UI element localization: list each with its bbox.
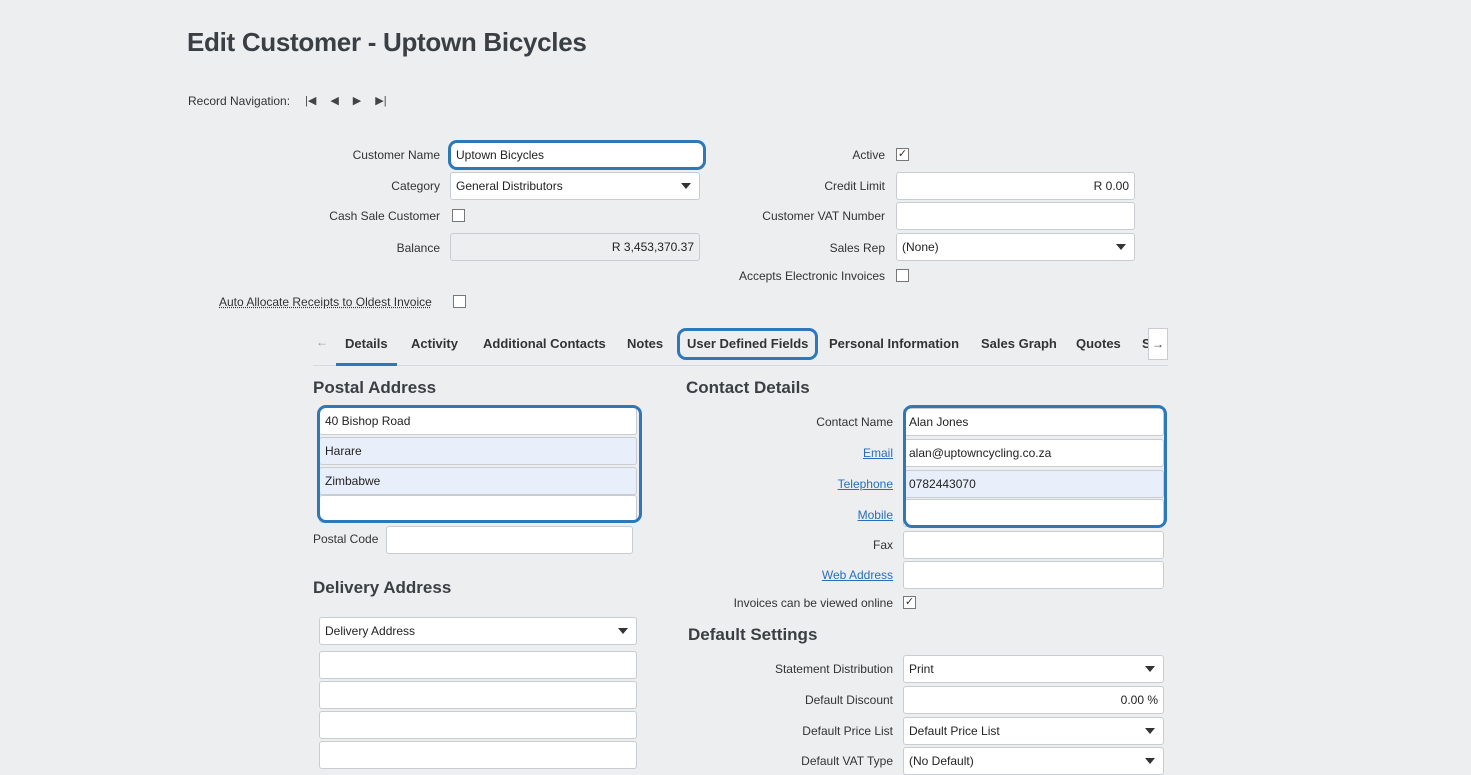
customer-name-label: Customer Name bbox=[352, 148, 440, 162]
chevron-down-icon bbox=[1145, 728, 1155, 734]
view-online-checkbox[interactable]: ✓ bbox=[903, 596, 916, 609]
user-defined-fields-highlight bbox=[677, 328, 818, 360]
vat-number-label: Customer VAT Number bbox=[762, 209, 885, 223]
fax-label: Fax bbox=[872, 538, 893, 552]
chevron-down-icon bbox=[681, 183, 691, 189]
tab-notes[interactable]: Notes bbox=[627, 325, 663, 363]
fax-input[interactable] bbox=[903, 531, 1164, 559]
category-value: General Distributors bbox=[450, 172, 700, 200]
next-record-icon[interactable]: ▶ bbox=[353, 94, 361, 107]
scroll-left-icon[interactable]: ← bbox=[316, 335, 328, 349]
vat-number-input[interactable] bbox=[896, 202, 1135, 230]
default-discount-label: Default Discount bbox=[804, 693, 893, 707]
chevron-down-icon bbox=[618, 628, 628, 634]
delivery-address-line-2[interactable] bbox=[319, 681, 637, 709]
postal-code-label: Postal Code bbox=[313, 532, 379, 546]
tab-sales-graph[interactable]: Sales Graph bbox=[981, 325, 1057, 363]
last-record-icon[interactable]: ▶| bbox=[375, 94, 386, 107]
default-price-list-label: Default Price List bbox=[802, 724, 893, 738]
tab-details[interactable]: Details bbox=[336, 325, 397, 366]
cash-sale-label: Cash Sale Customer bbox=[329, 209, 440, 223]
default-settings-heading: Default Settings bbox=[688, 625, 818, 644]
telephone-link[interactable]: Telephone bbox=[838, 477, 893, 491]
previous-record-icon[interactable]: ◀ bbox=[330, 94, 338, 107]
delivery-address-select[interactable]: Delivery Address bbox=[319, 617, 637, 645]
default-vat-type-value: (No Default) bbox=[903, 747, 1164, 775]
page-title: Edit Customer - Uptown Bicycles bbox=[187, 27, 587, 57]
tab-activity[interactable]: Activity bbox=[411, 325, 458, 363]
postal-address-heading: Postal Address bbox=[313, 378, 437, 397]
default-vat-type-label: Default VAT Type bbox=[801, 754, 893, 768]
balance-label: Balance bbox=[396, 241, 440, 255]
delivery-address-heading: Delivery Address bbox=[313, 578, 452, 597]
view-online-label: Invoices can be viewed online bbox=[733, 596, 893, 610]
postal-address-highlight bbox=[317, 405, 642, 523]
sales-rep-value: (None) bbox=[896, 233, 1135, 261]
tab-additional-contacts[interactable]: Additional Contacts bbox=[483, 325, 606, 363]
category-label: Category bbox=[391, 179, 440, 193]
active-checkbox[interactable]: ✓ bbox=[896, 148, 909, 161]
credit-limit-label: Credit Limit bbox=[824, 179, 885, 193]
chevron-down-icon bbox=[1116, 244, 1126, 250]
active-label: Active bbox=[852, 148, 885, 162]
auto-allocate-checkbox[interactable] bbox=[453, 295, 466, 308]
cash-sale-checkbox[interactable] bbox=[452, 209, 465, 222]
record-navigation: |◀ ◀ ▶ ▶| bbox=[305, 94, 387, 107]
statement-distribution-value: Print bbox=[903, 655, 1164, 683]
statement-distribution-label: Statement Distribution bbox=[774, 662, 893, 676]
electronic-invoices-label: Accepts Electronic Invoices bbox=[738, 269, 885, 283]
default-discount-input[interactable]: 0.00 % bbox=[903, 686, 1164, 714]
chevron-down-icon bbox=[1145, 666, 1155, 672]
statement-distribution-select[interactable]: Print bbox=[903, 655, 1164, 683]
category-select[interactable]: General Distributors bbox=[450, 172, 700, 200]
default-price-list-select[interactable]: Default Price List bbox=[903, 717, 1164, 745]
mobile-link[interactable]: Mobile bbox=[858, 508, 893, 522]
auto-allocate-label: Auto Allocate Receipts to Oldest Invoice bbox=[219, 295, 432, 309]
customer-name-highlight bbox=[448, 140, 706, 170]
contact-details-heading: Contact Details bbox=[686, 378, 810, 397]
tab-quotes[interactable]: Quotes bbox=[1076, 325, 1121, 363]
first-record-icon[interactable]: |◀ bbox=[305, 94, 316, 107]
scroll-right-icon[interactable]: → bbox=[1148, 328, 1168, 360]
balance-field: R 3,453,370.37 bbox=[450, 233, 700, 261]
tab-personal-information[interactable]: Personal Information bbox=[829, 325, 959, 363]
contact-details-highlight bbox=[903, 405, 1167, 528]
delivery-address-line-4[interactable] bbox=[319, 741, 637, 769]
email-link[interactable]: Email bbox=[863, 446, 893, 460]
web-address-input[interactable] bbox=[903, 561, 1164, 589]
sales-rep-label: Sales Rep bbox=[829, 241, 885, 255]
default-price-list-value: Default Price List bbox=[903, 717, 1164, 745]
delivery-address-line-3[interactable] bbox=[319, 711, 637, 739]
delivery-address-line-1[interactable] bbox=[319, 651, 637, 679]
credit-limit-input[interactable]: R 0.00 bbox=[896, 172, 1135, 200]
contact-name-label: Contact Name bbox=[816, 415, 893, 429]
delivery-address-select-value: Delivery Address bbox=[319, 617, 637, 645]
default-vat-type-select[interactable]: (No Default) bbox=[903, 747, 1164, 775]
record-navigation-label: Record Navigation: bbox=[188, 94, 291, 108]
electronic-invoices-checkbox[interactable] bbox=[896, 269, 909, 282]
sales-rep-select[interactable]: (None) bbox=[896, 233, 1135, 261]
postal-code-input[interactable] bbox=[386, 526, 633, 554]
web-address-link[interactable]: Web Address bbox=[822, 568, 893, 582]
